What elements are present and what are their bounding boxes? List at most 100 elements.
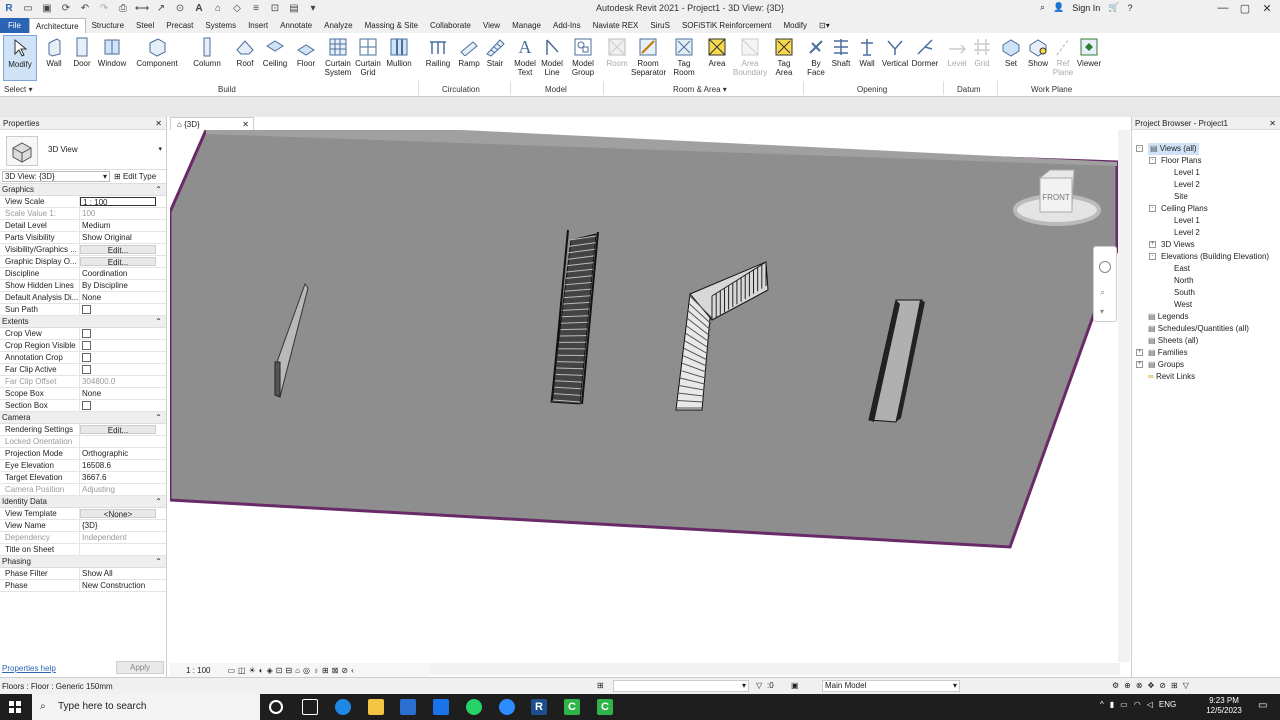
browser-item-sheets-all[interactable]: ▤ Sheets (all) (1148, 335, 1198, 347)
view-scale-control[interactable]: 1 : 100 (186, 666, 210, 675)
select-dropdown[interactable]: Select ▾ (4, 85, 32, 94)
checkbox[interactable] (82, 353, 91, 362)
property-value[interactable]: None (80, 292, 160, 303)
collapse-icon[interactable]: ⌃ (155, 496, 162, 508)
tab-massing-site[interactable]: Massing & Site (359, 18, 424, 33)
tag-area-button[interactable]: Tag Area (767, 35, 801, 77)
render-icon[interactable]: ◈ (267, 666, 273, 675)
group-extents[interactable]: Extents ⌃ (0, 316, 166, 328)
scroll-left-icon[interactable]: ‹ (351, 666, 354, 675)
whatsapp-icon[interactable] (466, 699, 482, 715)
collapse-icon[interactable]: - (1149, 205, 1156, 212)
tag-icon[interactable]: ⊙ (173, 1, 187, 15)
thin-lines-icon[interactable]: ≡ (249, 1, 263, 15)
vertical-scrollbar[interactable] (1118, 130, 1130, 662)
property-value[interactable]: New Construction (80, 580, 160, 591)
room-separator-button[interactable]: Room Separator (631, 35, 666, 77)
sun-path-icon[interactable]: ☀ (249, 666, 256, 675)
ceiling-button[interactable]: Ceiling (258, 35, 292, 68)
tag-room-button[interactable]: Tag Room (667, 35, 701, 77)
close-button[interactable]: ✕ (1256, 0, 1278, 16)
property-value[interactable]: By Discipline (80, 280, 160, 291)
browser-item-elevations-building-elevation[interactable]: Elevations (Building Elevation) (1161, 251, 1269, 263)
property-value[interactable] (80, 304, 160, 315)
section-icon[interactable]: ◇ (230, 1, 244, 15)
horizontal-scrollbar[interactable] (430, 663, 1120, 675)
collapse-icon[interactable]: ⌃ (155, 556, 162, 568)
tab-precast[interactable]: Precast (160, 18, 199, 33)
customize-toolbar-icon[interactable]: ▾ (306, 1, 320, 15)
revit-taskbar-icon[interactable]: R (531, 699, 547, 715)
3d-viewport[interactable]: FRONT (170, 130, 1120, 662)
window-button[interactable]: Window (95, 35, 129, 68)
property-value[interactable] (80, 400, 160, 411)
edge-icon[interactable] (335, 699, 351, 715)
group-camera[interactable]: Camera ⌃ (0, 412, 166, 424)
sign-in-link[interactable]: Sign In (1072, 3, 1100, 13)
area-button[interactable]: Area (700, 35, 734, 68)
store-icon[interactable] (400, 699, 416, 715)
browser-item-site[interactable]: Site (1174, 191, 1188, 203)
checkbox[interactable] (82, 329, 91, 338)
group-phasing[interactable]: Phasing ⌃ (0, 556, 166, 568)
dormer-button[interactable]: Dormer (908, 35, 942, 68)
collapse-icon[interactable]: - (1136, 145, 1143, 152)
task-view-icon[interactable] (302, 699, 318, 715)
minimize-button[interactable]: — (1212, 0, 1234, 16)
room-area-panel-dropdown[interactable]: Room & Area ▾ (673, 85, 727, 94)
view-cube-front-label[interactable]: FRONT (1042, 193, 1070, 202)
worksharing-icon[interactable]: ⊞ (322, 666, 329, 675)
file-explorer-icon[interactable] (368, 699, 384, 715)
browser-item-3d-views[interactable]: 3D Views (1161, 239, 1195, 251)
tab-annotate[interactable]: Annotate (274, 18, 318, 33)
switch-windows-icon[interactable]: ▤ (287, 1, 301, 15)
property-value[interactable]: Coordination (80, 268, 160, 279)
curtain-system-button[interactable]: Curtain System (321, 35, 355, 77)
tab-file[interactable]: File (0, 18, 29, 33)
browser-item-east[interactable]: East (1174, 263, 1190, 275)
design-option-selector[interactable]: Main Model ▾ (822, 680, 960, 692)
tab-sofistik[interactable]: SOFiSTiK Reinforcement (676, 18, 778, 33)
browser-item-ceiling-plans[interactable]: Ceiling Plans (1161, 203, 1208, 215)
user-icon[interactable]: 👤 (1053, 2, 1064, 13)
reveal-hidden-icon[interactable]: ♁ (313, 666, 319, 675)
print-icon[interactable]: ⎙ (116, 1, 130, 15)
chevron-down-icon[interactable]: ▾ (158, 145, 162, 153)
curtain-grid-button[interactable]: Curtain Grid (351, 35, 385, 77)
group-graphics[interactable]: Graphics ⌃ (0, 184, 166, 196)
maximize-button[interactable]: ▢ (1234, 0, 1256, 16)
property-value[interactable]: Medium (80, 220, 160, 231)
browser-item-south[interactable]: South (1174, 287, 1195, 299)
expand-icon[interactable]: + (1149, 241, 1156, 248)
tab-sirus[interactable]: SiruS (644, 18, 676, 33)
edit-type-button[interactable]: ⊞ Edit Type (114, 171, 156, 182)
instance-selector[interactable]: 3D View: {3D} ▾ (2, 171, 110, 182)
measure-icon[interactable]: ⟷ (135, 1, 149, 15)
zoom-app-icon[interactable] (499, 699, 515, 715)
model-canvas[interactable]: FRONT (170, 130, 1120, 662)
tray-expand-icon[interactable]: ^ (1100, 700, 1104, 709)
clock[interactable]: 9:23 PM 12/5/2023 (1200, 696, 1248, 716)
area-boundary-button[interactable]: Area Boundary (733, 35, 767, 77)
tab-modify[interactable]: Modify (777, 18, 813, 33)
tab-naviate-rex[interactable]: Naviate REX (587, 18, 645, 33)
selection-options-icons[interactable]: ⚙⊕⊗✥⊘⊞▽ (1112, 681, 1194, 690)
constraints-icon[interactable]: ⊘ (341, 666, 348, 675)
tab-view[interactable]: View (477, 18, 506, 33)
shadows-icon[interactable]: ◐ (259, 666, 264, 675)
component-button[interactable]: Component (135, 35, 179, 68)
camtasia-recorder-icon[interactable]: C (597, 699, 613, 715)
property-value[interactable]: Show Original (80, 232, 160, 243)
sync-icon[interactable]: ⟳ (59, 1, 73, 15)
design-options-icon[interactable]: ▣ (791, 681, 799, 690)
property-value[interactable]: Orthographic (80, 448, 160, 459)
property-value[interactable]: 16508.6 (80, 460, 160, 471)
tab-steel[interactable]: Steel (130, 18, 160, 33)
crop-region-icon[interactable]: ⊟ (285, 666, 292, 675)
browser-item-level-1[interactable]: Level 1 (1174, 215, 1200, 227)
cart-icon[interactable]: 🛒 (1108, 2, 1119, 13)
collapse-icon[interactable]: - (1149, 253, 1156, 260)
close-icon[interactable]: ✕ (1269, 117, 1276, 130)
properties-help-link[interactable]: Properties help (2, 664, 56, 673)
door-button[interactable]: Door (65, 35, 99, 68)
